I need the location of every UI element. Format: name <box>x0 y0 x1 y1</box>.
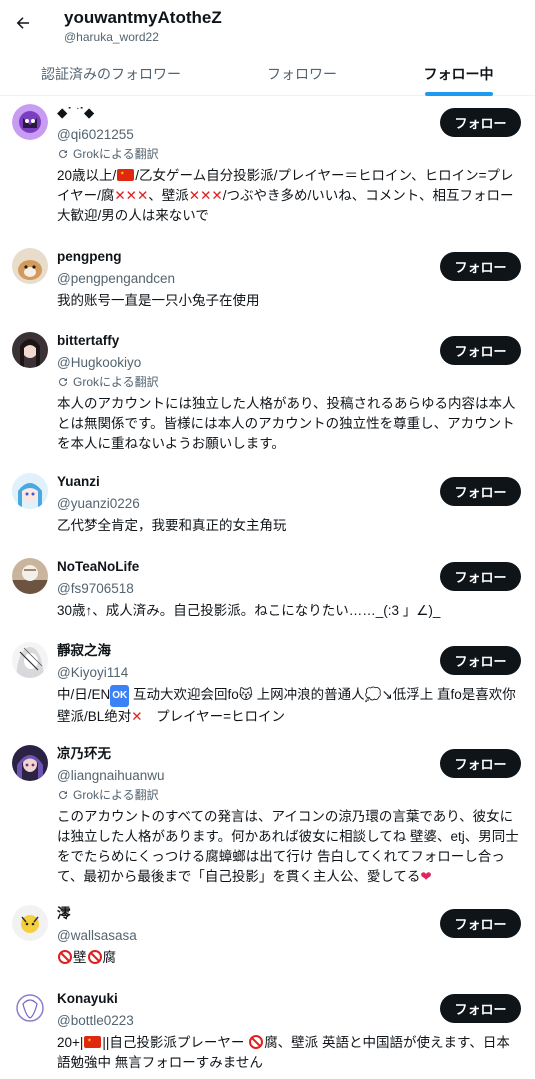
grok-translation-label[interactable]: Grokによる翻訳 <box>57 786 520 804</box>
follow-button[interactable]: フォロー <box>440 994 521 1023</box>
follow-button[interactable]: フォロー <box>440 477 521 506</box>
follow-button[interactable]: フォロー <box>440 252 521 281</box>
user-bio: 壁腐 <box>57 948 520 968</box>
profile-handle: @haruka_word22 <box>64 30 159 44</box>
tab-label: 認証済みのフォロワー <box>41 66 181 82</box>
avatar[interactable] <box>12 473 48 509</box>
user-row[interactable]: 凉乃环无 @liangnaihuanwu Grokによる翻訳 このアカウントのす… <box>0 745 535 885</box>
tab-bar: 認証済みのフォロワー フォロワー フォロー中 <box>0 52 535 96</box>
user-bio: 20歳以上//乙女ゲーム自分投影派/プレイヤー＝ヒロイン、ヒロイン=プレイヤー/… <box>57 168 514 223</box>
avatar[interactable] <box>12 558 48 594</box>
cross-mark-icon: ✕✕✕ <box>114 188 149 203</box>
avatar[interactable] <box>12 642 48 678</box>
active-tab-indicator <box>424 92 493 96</box>
user-row[interactable]: Yuanzi @yuanzi0226 乙代梦全肯定，我要和真正的女主角玩 フォロ… <box>0 473 535 533</box>
back-button[interactable] <box>8 8 38 38</box>
user-row[interactable]: ◆˙ ͘ ˙◆ @qi6021255 Grokによる翻訳 20歳以上//乙女ゲー… <box>0 104 535 229</box>
user-bio: 30歳↑、成人済み。自己投影派。ねこになりたい……_(:3 」∠)_ <box>57 603 441 618</box>
tab-label: フォロー中 <box>423 66 494 82</box>
user-row[interactable]: Konayuki @bottle0223 20+| ||自己投影派プレーヤー 腐、… <box>0 990 535 1072</box>
user-bio: 我的账号一直是一只小兔子在使用 <box>57 293 260 308</box>
user-bio: 本人のアカウントには独立した人格があり、投稿されるあらゆる内容は本人とは無関係で… <box>57 396 516 451</box>
profile-name: youwantmyAtotheZ <box>64 8 222 27</box>
grok-translation-label[interactable]: Grokによる翻訳 <box>57 145 520 163</box>
avatar[interactable] <box>12 990 48 1026</box>
user-row[interactable]: NoTeaNoLife @fs9706518 30歳↑、成人済み。自己投影派。ね… <box>0 558 535 618</box>
prohibited-icon <box>58 950 72 964</box>
back-arrow-icon <box>16 17 29 29</box>
follow-button[interactable]: フォロー <box>440 749 521 778</box>
user-bio: 20+| ||自己投影派プレーヤー 腐、壁派 英語と中国語が使えます、日本語勉強中… <box>57 1035 510 1070</box>
user-row[interactable]: 澪 @wallsasasa 壁腐 フォロー <box>0 905 535 965</box>
avatar[interactable] <box>12 104 48 140</box>
tab-label: フォロワー <box>267 66 337 82</box>
user-row[interactable]: pengpeng @pengpengandcen 我的账号一直是一只小兔子在使用… <box>0 248 535 308</box>
translate-icon <box>59 150 67 158</box>
heart-icon: ❤ <box>420 869 432 884</box>
translate-icon <box>59 791 67 799</box>
follow-button[interactable]: フォロー <box>440 646 521 675</box>
avatar[interactable] <box>12 248 48 284</box>
tab-followers[interactable]: フォロワー <box>222 52 382 96</box>
translate-icon <box>59 378 67 386</box>
follow-button[interactable]: フォロー <box>440 909 521 938</box>
avatar[interactable] <box>12 745 48 781</box>
user-bio: 乙代梦全肯定，我要和真正的女主角玩 <box>57 518 287 533</box>
prohibited-icon <box>249 1035 264 1049</box>
grok-translation-label[interactable]: Grokによる翻訳 <box>57 373 520 391</box>
user-bio: 中/日/EN OK 互动大欢迎会回fo😽 上网冲浪的普通人💭↘低浮上 直fo是喜欢… <box>57 685 516 724</box>
user-row[interactable]: bittertaffy @Hugkookiyo Grokによる翻訳 本人のアカウ… <box>0 332 535 457</box>
avatar[interactable] <box>12 905 48 941</box>
tab-following[interactable]: フォロー中 <box>382 52 535 96</box>
user-row[interactable]: 靜寂之海 @Kiyoyi114 中/日/EN OK 互动大欢迎会回fo😽 上网冲浪… <box>0 642 535 724</box>
speech-bubble-icon: 💭 <box>364 687 382 702</box>
cross-mark-icon: ✕ <box>131 709 143 724</box>
cross-mark-icon: ✕✕✕ <box>188 188 223 203</box>
follow-button[interactable]: フォロー <box>440 562 521 591</box>
avatar[interactable] <box>12 332 48 368</box>
follow-button[interactable]: フォロー <box>440 108 521 137</box>
top-bar: youwantmyAtotheZ @haruka_word22 <box>0 0 535 48</box>
ok-badge-icon: OK <box>110 685 130 707</box>
china-flag-icon <box>84 1036 102 1048</box>
prohibited-icon <box>87 950 102 964</box>
follow-button[interactable]: フォロー <box>440 336 521 365</box>
user-bio: このアカウントのすべての発言は、アイコンの涼乃環の言葉であり、彼女には独立した人… <box>57 809 519 884</box>
tab-verified-followers[interactable]: 認証済みのフォロワー <box>0 52 222 96</box>
kissing-cat-icon: 😽 <box>238 687 253 702</box>
china-flag-icon <box>117 169 135 181</box>
